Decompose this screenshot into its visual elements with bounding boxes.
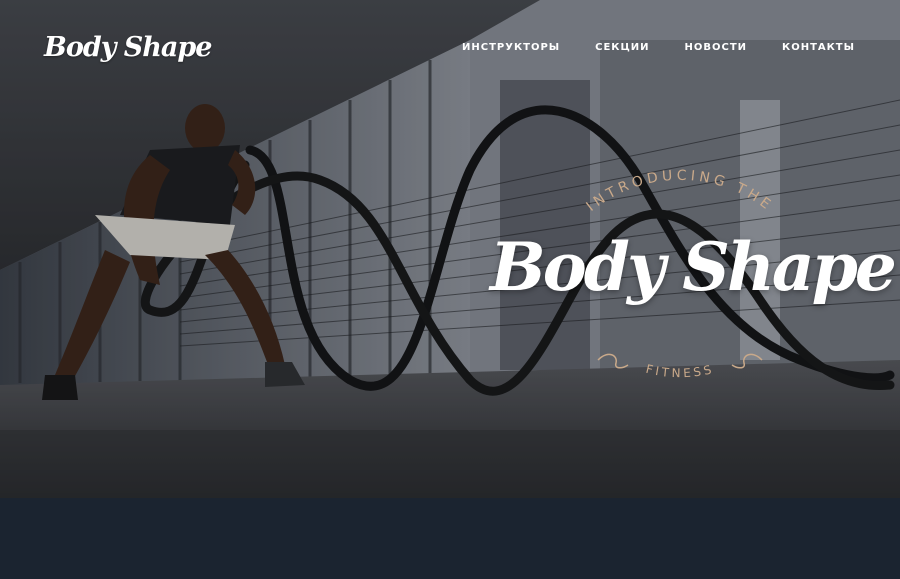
brand-name: Body Shape <box>490 228 897 306</box>
hero-section: Body Shape ИНСТРУКТОРЫ СЕКЦИИ НОВОСТИ КО… <box>0 0 900 498</box>
nav-link-sections[interactable]: СЕКЦИИ <box>595 40 649 56</box>
brand-tagline-bottom: FITNESS <box>644 362 712 380</box>
site-logo[interactable]: Body Shape <box>44 20 212 76</box>
main-nav: ИНСТРУКТОРЫ СЕКЦИИ НОВОСТИ КОНТАКТЫ <box>462 40 855 56</box>
svg-text:INTRODUCING THE: INTRODUCING THE <box>583 168 776 215</box>
right-flourish-icon <box>731 353 763 369</box>
brand-tagline-top: INTRODUCING THE <box>583 168 772 215</box>
left-flourish-icon <box>597 353 629 369</box>
hero-brand-emblem: INTRODUCING THE FITNESS Body Shape <box>490 155 897 400</box>
svg-text:FITNESS: FITNESS <box>644 362 715 380</box>
lower-section <box>0 498 900 579</box>
nav-link-contacts[interactable]: КОНТАКТЫ <box>782 40 855 56</box>
nav-link-instructors[interactable]: ИНСТРУКТОРЫ <box>462 40 560 56</box>
nav-link-news[interactable]: НОВОСТИ <box>685 40 748 56</box>
